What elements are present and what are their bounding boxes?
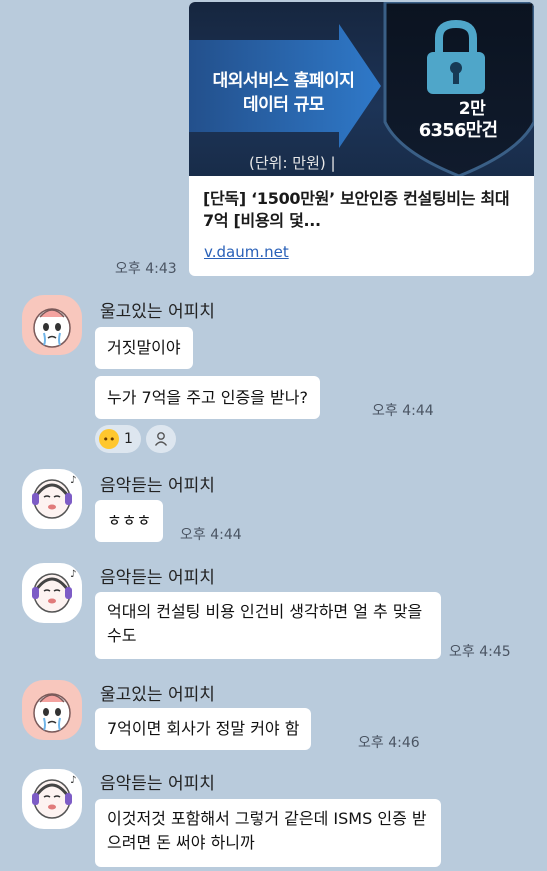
message-time: 오후 4:44 xyxy=(180,527,242,543)
crying-apeach-avatar[interactable] xyxy=(22,680,82,740)
sender-name: 음악듣는 어피치 xyxy=(100,476,215,496)
link-preview-card[interactable]: 대외서비스 홈페이지 데이터 규모 2만 6356만건 (단위: 만원) | [… xyxy=(189,2,534,276)
link-url[interactable]: v.daum.net xyxy=(204,243,289,261)
sender-name: 음악듣는 어피치 xyxy=(100,774,215,794)
thumbnail-amount-line2: 6356만건 xyxy=(418,120,498,141)
sender-name: 울고있는 어피치 xyxy=(100,685,215,705)
crying-apeach-avatar[interactable] xyxy=(22,295,82,355)
link-title[interactable]: [단독] ‘1500만원’ 보안인증 컨설팅비는 최대 7억 [비용의 덫... xyxy=(203,188,525,232)
message-bubble[interactable]: 거짓말이야 xyxy=(95,327,193,369)
message-bubble[interactable]: 7억이면 회사가 정말 커야 함 xyxy=(95,708,312,750)
music-apeach-avatar[interactable]: ♪ xyxy=(22,469,82,529)
reaction-badge[interactable]: •• 1 xyxy=(95,425,141,453)
message-time: 오후 4:43 xyxy=(115,261,177,277)
sender-name: 음악듣는 어피치 xyxy=(100,568,215,588)
svg-text:♪: ♪ xyxy=(70,775,76,786)
message-bubble[interactable]: ㅎㅎㅎ xyxy=(95,500,164,542)
svg-text:♪: ♪ xyxy=(70,475,76,486)
reaction-count: 1 xyxy=(124,431,133,447)
thumbnail-text-line1: 대외서비스 홈페이지 xyxy=(212,71,355,91)
sender-name: 울고있는 어피치 xyxy=(100,302,215,322)
message-bubble[interactable]: 이것저것 포함해서 그렇거 같은데 ISMS 인증 받으려면 돈 써야 하니까 xyxy=(95,799,441,867)
add-reaction-button[interactable] xyxy=(146,425,176,453)
thumbnail-unit: (단위: 만원) | xyxy=(249,154,336,172)
person-icon xyxy=(154,432,168,446)
music-apeach-avatar[interactable]: ♪ xyxy=(22,563,82,623)
crying-face-icon: •• xyxy=(99,429,119,449)
message-time: 오후 4:44 xyxy=(372,403,434,419)
link-thumbnail: 대외서비스 홈페이지 데이터 규모 2만 6356만건 (단위: 만원) | xyxy=(189,2,534,176)
svg-text:♪: ♪ xyxy=(70,569,76,580)
thumbnail-text-line2: 데이터 규모 xyxy=(242,95,325,115)
message-time: 오후 4:45 xyxy=(449,644,511,660)
message-bubble[interactable]: 억대의 컨설팅 비용 인건비 생각하면 얼 추 맞을수도 xyxy=(95,592,441,659)
music-apeach-avatar[interactable]: ♪ xyxy=(22,769,82,829)
message-time: 오후 4:46 xyxy=(358,735,420,751)
message-bubble[interactable]: 누가 7억을 주고 인증을 받나? xyxy=(95,376,320,419)
